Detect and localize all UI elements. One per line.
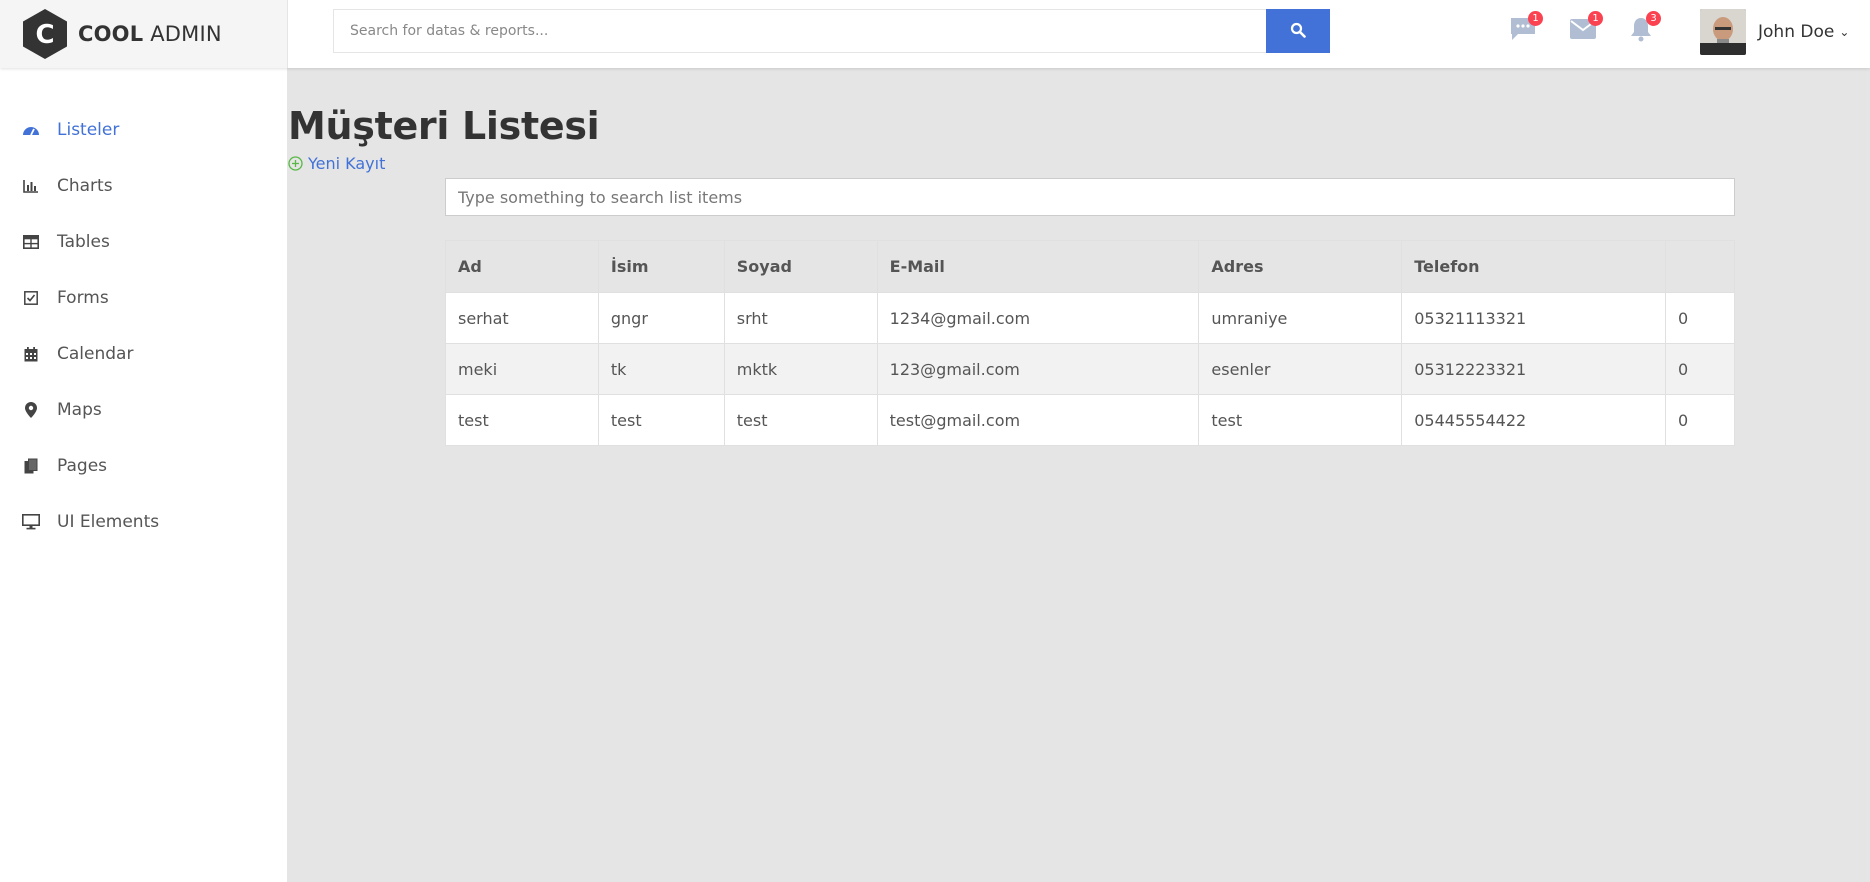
column-header-telefon[interactable]: Telefon [1401,240,1667,293]
table-icon [22,233,40,251]
cell-telefon: 05445554422 [1401,394,1667,446]
customer-table: Ad İsim Soyad E-Mail Adres Telefon serha… [445,240,1735,446]
cell-isim: test [597,394,725,446]
chevron-down-icon: ⌄ [1839,25,1850,39]
column-header-soyad[interactable]: Soyad [723,240,878,293]
sidebar-item-charts[interactable]: Charts [22,171,113,201]
cell-ad: test [445,394,599,446]
sidebar-item-calendar[interactable]: Calendar [22,339,133,369]
map-marker-icon [22,401,40,419]
logo-hexagon-icon: C [22,8,68,60]
top-header: C COOL ADMIN 1 1 3 [0,0,1870,68]
desktop-icon [22,513,40,531]
cell-isim: tk [597,343,725,395]
cell-ad: meki [445,343,599,395]
cell-adres: test [1198,394,1403,446]
cell-soyad: test [723,394,878,446]
messages-button[interactable]: 1 [1508,11,1543,46]
cell-extra: 0 [1665,292,1735,344]
logo[interactable]: C COOL ADMIN [0,0,288,68]
svg-text:C: C [35,20,54,50]
sidebar-item-listeler[interactable]: Listeler [22,115,119,145]
cell-email: 123@gmail.com [876,343,1200,395]
cell-email: test@gmail.com [876,394,1200,446]
header-search-input[interactable] [333,9,1266,53]
column-header-isim[interactable]: İsim [597,240,725,293]
column-header-ad[interactable]: Ad [445,240,599,293]
table-row[interactable]: meki tk mktk 123@gmail.com esenler 05312… [445,343,1735,395]
cell-telefon: 05321113321 [1401,292,1667,344]
column-header-extra [1665,240,1735,293]
sidebar-item-maps[interactable]: Maps [22,395,102,425]
new-record-link[interactable]: Yeni Kayıt [288,154,385,173]
plus-circle-icon [288,156,303,171]
sidebar-item-label: UI Elements [57,512,160,532]
logo-text: COOL ADMIN [78,22,222,46]
header-search-button[interactable] [1266,9,1330,53]
cell-telefon: 05312223321 [1401,343,1667,395]
cell-soyad: srht [723,292,878,344]
notifications-button[interactable]: 3 [1626,11,1661,46]
sidebar-item-label: Charts [57,176,113,196]
user-name: John Doe [1758,22,1835,42]
cell-ad: serhat [445,292,599,344]
dashboard-icon [22,121,40,139]
page-title: Müşteri Listesi [288,104,600,148]
column-header-adres[interactable]: Adres [1198,240,1403,293]
list-search-input[interactable] [445,178,1735,216]
cell-soyad: mktk [723,343,878,395]
cell-email: 1234@gmail.com [876,292,1200,344]
calendar-icon [22,345,40,363]
sidebar-item-ui-elements[interactable]: UI Elements [22,507,159,537]
messages-badge: 1 [1528,11,1543,26]
cell-extra: 0 [1665,343,1735,395]
search-icon [1290,22,1306,41]
sidebar-item-pages[interactable]: Pages [22,451,107,481]
sidebar-item-label: Tables [57,232,110,252]
avatar [1700,9,1746,55]
mail-button[interactable]: 1 [1568,11,1603,46]
sidebar-item-label: Forms [57,288,109,308]
cell-isim: gngr [597,292,725,344]
cell-adres: esenler [1198,343,1403,395]
sidebar-item-label: Calendar [57,344,134,364]
table-header-row: Ad İsim Soyad E-Mail Adres Telefon [445,240,1735,293]
new-record-label: Yeni Kayıt [308,154,386,173]
sidebar-item-label: Pages [57,456,108,476]
bar-chart-icon [22,177,40,195]
sidebar-item-forms[interactable]: Forms [22,283,109,313]
user-menu[interactable]: John Doe ⌄ [1700,9,1849,55]
table-row[interactable]: test test test test@gmail.com test 05445… [445,394,1735,446]
notifications-badge: 3 [1646,11,1661,26]
sidebar: Listeler Charts Tables Forms Calendar Ma… [0,68,288,882]
table-row[interactable]: serhat gngr srht 1234@gmail.com umraniye… [445,292,1735,344]
checkbox-icon [22,289,40,307]
cell-adres: umraniye [1198,292,1403,344]
column-header-email[interactable]: E-Mail [876,240,1200,293]
cell-extra: 0 [1665,394,1735,446]
pages-icon [22,457,40,475]
header-search [333,9,1330,53]
sidebar-item-label: Maps [57,400,102,420]
mail-badge: 1 [1588,11,1603,26]
sidebar-item-tables[interactable]: Tables [22,227,110,257]
sidebar-item-label: Listeler [57,120,120,140]
